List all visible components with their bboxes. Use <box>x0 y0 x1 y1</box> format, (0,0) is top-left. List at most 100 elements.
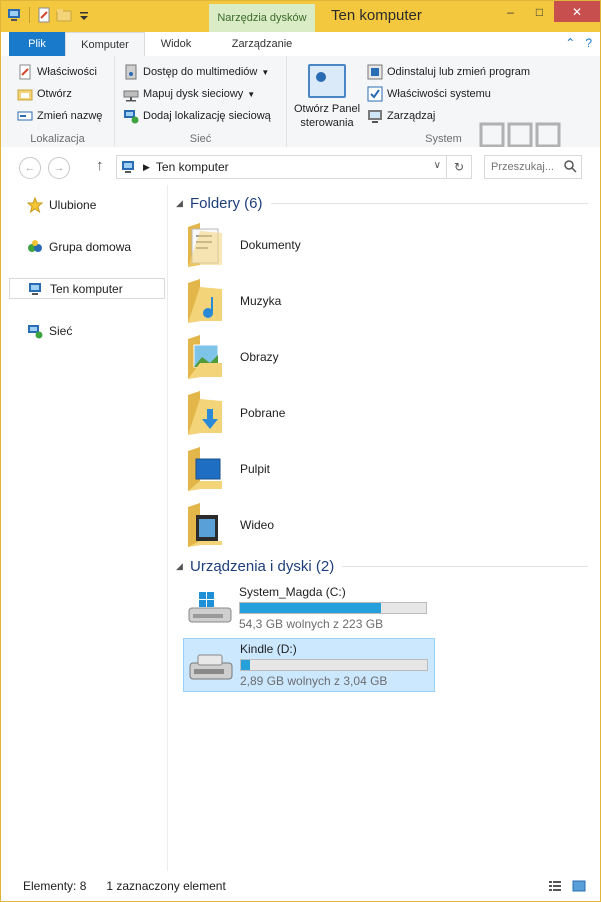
rename-label: Zmień nazwę <box>37 110 103 122</box>
search-box[interactable] <box>484 155 582 179</box>
chevron-down-icon[interactable]: ∨ <box>434 160 441 171</box>
forward-button[interactable]: → <box>48 157 70 179</box>
drive-item[interactable]: System_Magda (C:) 54,3 GB wolnych z 223 … <box>183 582 433 634</box>
window-controls: – □ ✕ <box>496 1 600 22</box>
nav-item-label: Grupa domowa <box>49 239 132 254</box>
drives-group-header[interactable]: ◢ Urządzenia i dyski (2) <box>176 558 588 575</box>
homegroup-icon <box>28 239 42 252</box>
new-folder-icon[interactable] <box>56 7 72 23</box>
map-drive-button[interactable]: Mapuj dysk sieciowy ▼ <box>123 86 255 102</box>
refresh-button[interactable]: ↻ <box>446 156 471 178</box>
folder-name: Pobrane <box>240 406 286 420</box>
drive-usage-fill <box>241 660 251 670</box>
help-icon[interactable]: ? <box>585 36 592 50</box>
drive-free-space: 54,3 GB wolnych z 223 GB <box>239 617 384 631</box>
drives-group-title: Urządzenia i dyski (2) <box>190 558 335 575</box>
nav-item-network[interactable]: Sieć <box>9 320 165 341</box>
add-network-location-button[interactable]: Dodaj lokalizację sieciową <box>123 108 271 124</box>
uninstall-label: Odinstaluj lub zmień program <box>387 66 531 78</box>
drive-free-space: 2,89 GB wolnych z 3,04 GB <box>240 674 388 688</box>
control-panel-button[interactable]: Otwórz Panel sterowania <box>291 64 363 130</box>
rename-icon <box>17 111 33 121</box>
divider <box>342 566 588 567</box>
back-button[interactable]: ← <box>19 157 41 179</box>
details-view-icon[interactable] <box>548 879 562 893</box>
breadcrumb[interactable]: Ten komputer <box>156 160 229 174</box>
drive-item[interactable]: Kindle (D:) 2,89 GB wolnych z 3,04 GB <box>183 638 435 692</box>
system-properties-button[interactable]: Właściwości systemu <box>367 86 491 102</box>
chevron-down-icon[interactable]: ◢ <box>176 561 188 572</box>
drive-usage-bar <box>240 659 428 671</box>
content-pane: ◢ Foldery (6) Dokumenty Muzyka Obrazy Po… <box>168 185 600 871</box>
folder-item[interactable]: Pobrane <box>186 387 446 439</box>
tab-file[interactable]: Plik <box>9 32 65 56</box>
control-panel-label: Otwórz Panel sterowania <box>293 103 361 129</box>
folder-name: Pulpit <box>240 462 271 476</box>
open-button[interactable]: Otwórz <box>17 86 72 102</box>
ribbon-tabs: Plik Komputer Widok Zarządzanie ⌃ ? <box>1 32 600 58</box>
maximize-button[interactable]: □ <box>525 1 554 22</box>
pictures-folder-icon <box>188 335 222 379</box>
network-icon <box>28 324 43 338</box>
title-bar: Narzędzia dysków Ten komputer – □ ✕ <box>1 1 600 32</box>
media-server-icon <box>125 64 137 80</box>
breadcrumb-separator-icon: ▶ <box>143 161 150 172</box>
drive-usage-bar <box>239 602 427 614</box>
collapse-ribbon-icon[interactable]: ⌃ <box>565 36 575 50</box>
uninstall-button[interactable]: Odinstaluj lub zmień program <box>367 64 530 80</box>
arrow-left-icon: ← <box>24 162 36 174</box>
item-count: Elementy: 8 <box>23 879 87 893</box>
folders-group-header[interactable]: ◢ Foldery (6) <box>176 195 588 212</box>
nav-item-favorites[interactable]: Ulubione <box>9 194 165 215</box>
search-input[interactable] <box>489 156 563 178</box>
star-icon <box>27 196 43 213</box>
folder-item[interactable]: Dokumenty <box>186 219 446 271</box>
nav-item-label: Ulubione <box>49 197 97 212</box>
large-icons-view-icon[interactable] <box>572 879 586 893</box>
network-location-icon <box>124 110 139 124</box>
up-button[interactable]: ↑ <box>96 157 104 174</box>
tab-view[interactable]: Widok <box>143 32 209 56</box>
system-drive-icon <box>188 592 232 623</box>
music-folder-icon <box>188 279 222 323</box>
system-properties-label: Właściwości systemu <box>387 88 491 100</box>
contextual-tab-drive-tools: Narzędzia dysków <box>209 4 315 32</box>
manage-button[interactable]: Zarządzaj <box>367 108 435 124</box>
folders-group-title: Foldery (6) <box>190 195 263 212</box>
minimize-button[interactable]: – <box>496 1 525 22</box>
computer-icon[interactable] <box>7 7 23 23</box>
nav-item-homegroup[interactable]: Grupa domowa <box>9 236 165 257</box>
tab-manage[interactable]: Zarządzanie <box>209 32 315 56</box>
media-access-label: Dostęp do multimediów <box>143 66 258 78</box>
group-label-network: Sieć <box>189 133 212 145</box>
address-bar[interactable]: ▶ Ten komputer ∨ ↻ <box>116 155 472 179</box>
tab-computer[interactable]: Komputer <box>65 32 145 58</box>
computer-icon <box>29 282 41 295</box>
add-location-label: Dodaj lokalizację sieciową <box>143 110 271 122</box>
downloads-folder-icon <box>188 391 222 435</box>
media-access-button[interactable]: Dostęp do multimediów ▼ <box>123 64 269 80</box>
drive-usage-fill <box>240 603 381 613</box>
folder-name: Dokumenty <box>240 238 301 252</box>
close-button[interactable]: ✕ <box>554 1 600 22</box>
folder-item[interactable]: Wideo <box>186 499 446 551</box>
arrow-up-icon: ↑ <box>96 157 104 174</box>
divider <box>270 203 588 204</box>
nav-item-this-pc[interactable]: Ten komputer <box>9 278 165 299</box>
videos-folder-icon <box>188 503 222 547</box>
desktop-folder-icon <box>188 447 222 491</box>
nav-item-label: Sieć <box>49 323 73 338</box>
navigation-pane: Ulubione Grupa domowa Ten komputer Sieć <box>1 185 168 871</box>
properties-icon[interactable] <box>36 7 52 23</box>
folder-item[interactable]: Obrazy <box>186 331 446 383</box>
customize-toolbar-dropdown-icon[interactable] <box>76 7 92 23</box>
ribbon-group-network: Dostęp do multimediów ▼ Mapuj dysk sieci… <box>115 56 287 147</box>
rename-button[interactable]: Zmień nazwę <box>17 108 102 124</box>
properties-button[interactable]: Właściwości <box>17 64 97 80</box>
folder-name: Wideo <box>240 518 275 532</box>
folder-item[interactable]: Muzyka <box>186 275 446 327</box>
search-icon <box>564 160 577 173</box>
explorer-window: Narzędzia dysków Ten komputer – □ ✕ Plik… <box>0 0 601 902</box>
folder-item[interactable]: Pulpit <box>186 443 446 495</box>
chevron-down-icon[interactable]: ◢ <box>176 198 188 209</box>
